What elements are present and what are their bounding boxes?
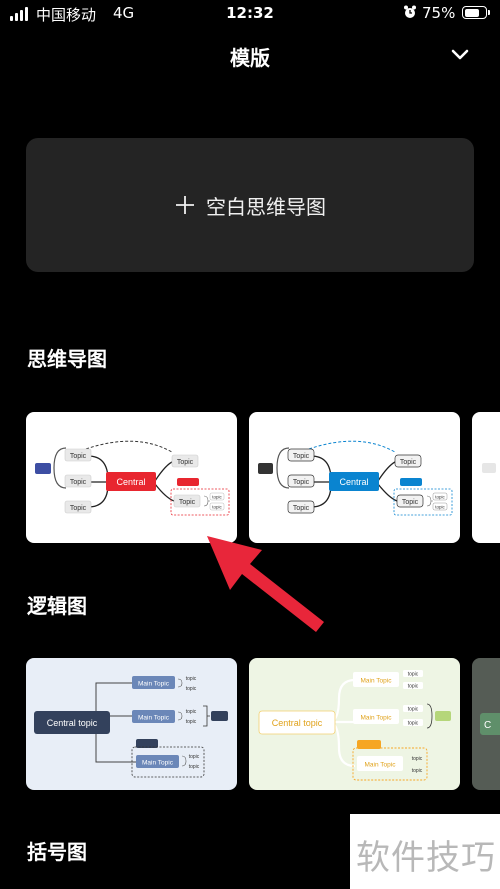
section-title-bracket: 括号图 bbox=[27, 840, 87, 864]
subtopic-label: topic bbox=[408, 721, 419, 727]
central-topic-label: Central bbox=[116, 477, 145, 487]
main-topic-label: Main Topic bbox=[361, 678, 393, 685]
page-title: 模版 bbox=[230, 46, 270, 70]
central-topic-label: Central topic bbox=[272, 718, 323, 728]
central-topic-label: Central bbox=[339, 477, 368, 487]
subtopic-label: topic bbox=[186, 719, 197, 725]
topic-label: Topic bbox=[70, 505, 87, 512]
topic-label: Topic bbox=[179, 499, 196, 506]
template-card-logic-green[interactable]: Central topic Main Topic topic topic Mai… bbox=[249, 658, 460, 790]
chevron-down-icon[interactable] bbox=[449, 46, 471, 64]
subtopic-label: topic bbox=[408, 672, 419, 678]
subtopic-label: topic bbox=[435, 505, 445, 510]
topic-label: Topic bbox=[293, 453, 310, 460]
subtopic-label: topic bbox=[435, 495, 445, 500]
topic-label: Topic bbox=[70, 453, 87, 460]
svg-text:C: C bbox=[484, 720, 491, 731]
plus-icon bbox=[176, 196, 194, 214]
template-card-mindmap-red[interactable]: Topic Topic Topic Central Topic Topic to… bbox=[26, 412, 237, 543]
topic-label: Topic bbox=[402, 499, 419, 506]
template-card-mindmap-blue[interactable]: Topic Topic Topic Central Topic Topic to… bbox=[249, 412, 460, 543]
main-topic-label: Main Topic bbox=[138, 715, 170, 722]
subtopic-label: topic bbox=[189, 764, 200, 770]
subtopic-label: topic bbox=[212, 495, 222, 500]
subtopic-label: topic bbox=[412, 768, 423, 774]
template-card-partial[interactable] bbox=[472, 412, 500, 543]
template-card-logic-blue[interactable]: Central topic Main Topic topic topic Mai… bbox=[26, 658, 237, 790]
subtopic-label: topic bbox=[408, 707, 419, 713]
status-bar: 中国移动 4G 12:32 75% bbox=[0, 0, 500, 28]
central-topic-label: Central topic bbox=[47, 718, 98, 728]
main-topic-label: Main Topic bbox=[361, 715, 393, 722]
subtopic-label: topic bbox=[186, 709, 197, 715]
topic-label: Topic bbox=[177, 459, 194, 466]
topic-label: Topic bbox=[293, 479, 310, 486]
subtopic-label: topic bbox=[408, 684, 419, 690]
watermark-text: 软件技巧 bbox=[356, 838, 496, 878]
topic-label: Topic bbox=[400, 459, 417, 466]
topic-label: Topic bbox=[70, 479, 87, 486]
blank-mindmap-label: 空白思维导图 bbox=[206, 194, 326, 219]
subtopic-label: topic bbox=[189, 754, 200, 760]
blank-mindmap-button[interactable]: 空白思维导图 bbox=[26, 138, 474, 272]
subtopic-label: topic bbox=[212, 505, 222, 510]
template-card-partial[interactable]: C bbox=[472, 658, 500, 790]
alarm-icon bbox=[404, 5, 416, 18]
annotation-arrow-icon bbox=[207, 536, 324, 632]
section-title-logic: 逻辑图 bbox=[27, 594, 87, 618]
section-title-mindmap: 思维导图 bbox=[27, 347, 107, 371]
main-topic-label: Main Topic bbox=[142, 760, 174, 767]
subtopic-label: topic bbox=[412, 756, 423, 762]
main-topic-label: Main Topic bbox=[138, 681, 170, 688]
subtopic-label: topic bbox=[186, 676, 197, 682]
subtopic-label: topic bbox=[186, 686, 197, 692]
battery-icon bbox=[462, 6, 487, 19]
battery-percent: 75% bbox=[422, 4, 456, 22]
main-topic-label: Main Topic bbox=[365, 762, 397, 769]
topic-label: Topic bbox=[293, 505, 310, 512]
